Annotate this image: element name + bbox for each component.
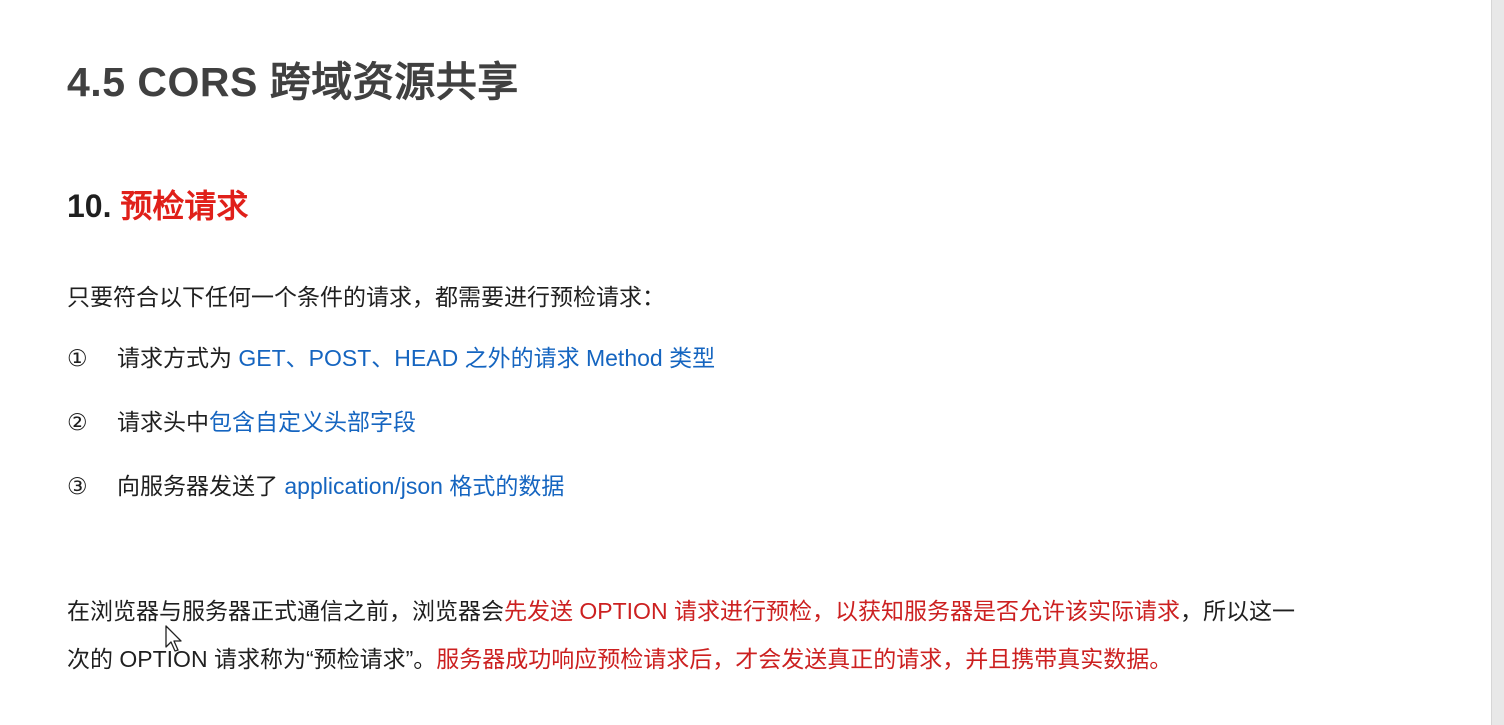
condition-highlight: GET、POST、HEAD 之外的请求 Method 类型 (238, 345, 716, 371)
condition-text: 请求头中包含自定义头部字段 (117, 397, 416, 461)
explanation-line2-highlight: 服务器成功响应预检请求后，才会发送真正的请求，并且携带真实数据。 (436, 646, 1173, 672)
window-right-edge (1491, 0, 1504, 725)
item-number: ③ (67, 473, 88, 499)
explanation-line1-highlight: 先发送 OPTION 请求进行预检，以获知服务器是否允许该实际请求 (504, 598, 1180, 624)
explanation-paragraph: 在浏览器与服务器正式通信之前，浏览器会先发送 OPTION 请求进行预检，以获知… (67, 587, 1295, 683)
section-heading: 10. 预检请求 (67, 181, 248, 227)
item-number: ② (67, 409, 88, 435)
condition-plain-text: 请求方式为 (117, 345, 239, 371)
explanation-line2-plain: 次的 OPTION 请求称为“预检请求”。 (67, 646, 437, 672)
explanation-line1-plain: 在浏览器与服务器正式通信之前，浏览器会 (67, 598, 504, 624)
condition-plain-text: 请求头中 (117, 409, 209, 435)
condition-list: ① 请求方式为 GET、POST、HEAD 之外的请求 Method 类型 ② … (67, 333, 715, 525)
list-item: ② 请求头中包含自定义头部字段 (67, 397, 715, 461)
condition-text: 请求方式为 GET、POST、HEAD 之外的请求 Method 类型 (117, 333, 715, 397)
section-number: 10. (67, 188, 112, 224)
list-item: ① 请求方式为 GET、POST、HEAD 之外的请求 Method 类型 (67, 333, 715, 397)
condition-highlight: 包含自定义头部字段 (209, 409, 416, 435)
item-number: ① (67, 345, 88, 371)
explanation-line1-tail: ，所以这一 (1179, 598, 1295, 624)
section-title: 预检请求 (120, 188, 249, 224)
page-title: 4.5 CORS 跨域资源共享 (67, 59, 519, 105)
condition-text: 向服务器发送了 application/json 格式的数据 (117, 461, 564, 525)
intro-paragraph: 只要符合以下任何一个条件的请求，都需要进行预检请求： (67, 284, 665, 310)
list-item: ③ 向服务器发送了 application/json 格式的数据 (67, 461, 715, 525)
condition-plain-text: 向服务器发送了 (117, 473, 285, 499)
mouse-pointer-icon (165, 625, 182, 652)
condition-highlight: application/json 格式的数据 (284, 473, 565, 499)
